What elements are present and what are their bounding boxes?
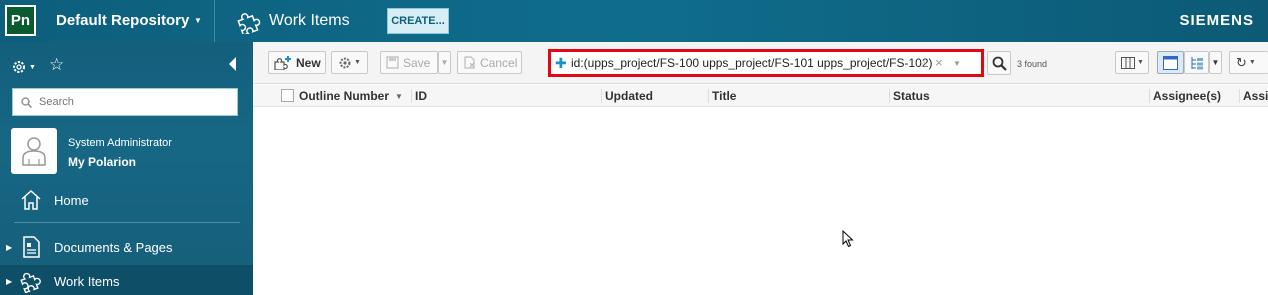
save-icon [386,56,399,69]
cancel-icon [464,56,475,69]
query-text[interactable]: id:(upps_project/FS-100 upps_project/FS-… [571,56,933,70]
work-items-toolbar: New ▼ Save ▼ Cancel ✚ id:(upps_project/F… [253,42,1268,84]
avatar[interactable] [11,128,57,174]
user-name: System Administrator [68,137,172,149]
column-header-outline-number[interactable]: Outline Number [299,85,389,107]
chevron-down-icon: ▼ [29,63,36,71]
chevron-down-icon: ▼ [440,58,449,67]
add-query-icon[interactable]: ✚ [555,55,567,72]
sidebar-item-documents[interactable]: ▶ Documents & Pages [0,231,253,263]
table-body [253,107,1268,295]
table-view-button[interactable] [1157,51,1184,74]
columns-icon [1121,56,1135,69]
brand-logo: SIEMENS [1179,12,1254,29]
column-divider[interactable] [1239,89,1240,103]
column-header-id[interactable]: ID [415,85,427,107]
column-header-assignee-extra[interactable]: Assig [1243,85,1268,107]
chevron-down-icon[interactable]: ▼ [953,59,961,68]
chevron-down-icon[interactable]: ▼ [194,16,202,25]
cancel-button-label: Cancel [480,55,518,70]
gear-icon [339,57,351,68]
chevron-down-icon: ▼ [1211,58,1220,67]
table-view-icon [1163,55,1178,70]
column-header-title[interactable]: Title [712,85,736,107]
clear-icon[interactable]: × [935,55,943,70]
settings-menu[interactable]: ▼ [11,57,41,77]
save-button[interactable]: Save [380,51,438,74]
new-button[interactable]: New [268,51,326,74]
warning-icon: ⚠ [920,59,929,69]
select-all-checkbox[interactable] [281,89,294,102]
chevron-down-icon: ▼ [1137,59,1144,66]
top-bar: Pn Default Repository ▼ Work Items CREAT… [0,0,1268,42]
run-query-button[interactable] [987,51,1011,75]
result-count: 3 found [1017,59,1048,69]
sidebar-item-home[interactable]: Home [0,184,253,216]
sort-descending-icon[interactable]: ▼ [395,85,403,107]
create-button[interactable]: CREATE... [387,8,449,34]
sidebar-item-label: Work Items [54,273,120,289]
refresh-icon: ↻ [1236,54,1247,70]
column-divider[interactable] [1149,89,1150,103]
column-divider[interactable] [411,89,412,103]
chevron-down-icon: ▼ [354,59,361,66]
puzzle-icon [20,272,41,293]
column-divider[interactable] [601,89,602,103]
columns-button[interactable]: ▼ [1115,51,1149,74]
actions-menu-button[interactable]: ▼ [331,51,368,74]
sidebar-item-work-items[interactable]: ▶ Work Items [0,265,253,295]
new-item-icon [274,55,291,70]
column-divider[interactable] [889,89,890,103]
new-button-label: New [296,55,321,70]
my-polarion-link[interactable]: My Polarion [68,155,136,169]
table-header: Outline Number ▼ ID Updated Title Status… [253,85,1268,107]
expand-arrow-icon[interactable]: ▶ [6,243,12,252]
favorite-star-icon[interactable]: ☆ [49,55,64,75]
search-icon [21,96,32,108]
sidebar: ▼ ☆ System Administrator My Polarion [0,42,253,295]
sidebar-item-label: Documents & Pages [54,239,173,255]
column-divider[interactable] [708,89,709,103]
column-header-assignees[interactable]: Assignee(s) [1153,85,1221,107]
save-options-button[interactable]: ▼ [438,51,451,74]
expand-arrow-icon[interactable]: ▶ [6,277,12,286]
collapse-sidebar-icon[interactable] [229,57,236,71]
polarion-logo[interactable]: Pn [5,5,36,36]
column-header-status[interactable]: Status [893,85,930,107]
divider [14,222,240,223]
tree-view-button[interactable] [1184,51,1209,74]
refresh-button[interactable]: ↻ ▼ [1229,51,1268,74]
polarion-app: Pn Default Repository ▼ Work Items CREAT… [0,0,1268,295]
search-icon [992,56,1007,71]
view-options-button[interactable]: ▼ [1209,51,1222,74]
tree-view-icon [1191,56,1203,69]
puzzle-icon [237,13,261,34]
page-title: Work Items [269,12,350,29]
gear-icon [13,61,25,73]
cancel-button[interactable]: Cancel [457,51,522,74]
chevron-down-icon: ▼ [1248,59,1256,66]
search-input[interactable] [39,96,229,108]
repository-selector[interactable]: Default Repository [56,12,189,29]
document-icon [23,236,40,258]
user-icon [22,137,46,166]
save-button-label: Save [403,55,431,70]
home-icon [21,189,41,210]
mouse-cursor-icon [842,230,854,248]
divider [214,0,215,42]
query-input[interactable]: ✚ id:(upps_project/FS-100 upps_project/F… [548,49,984,77]
sidebar-item-label: Home [54,192,89,208]
column-header-updated[interactable]: Updated [605,85,653,107]
search-field[interactable] [12,88,238,116]
